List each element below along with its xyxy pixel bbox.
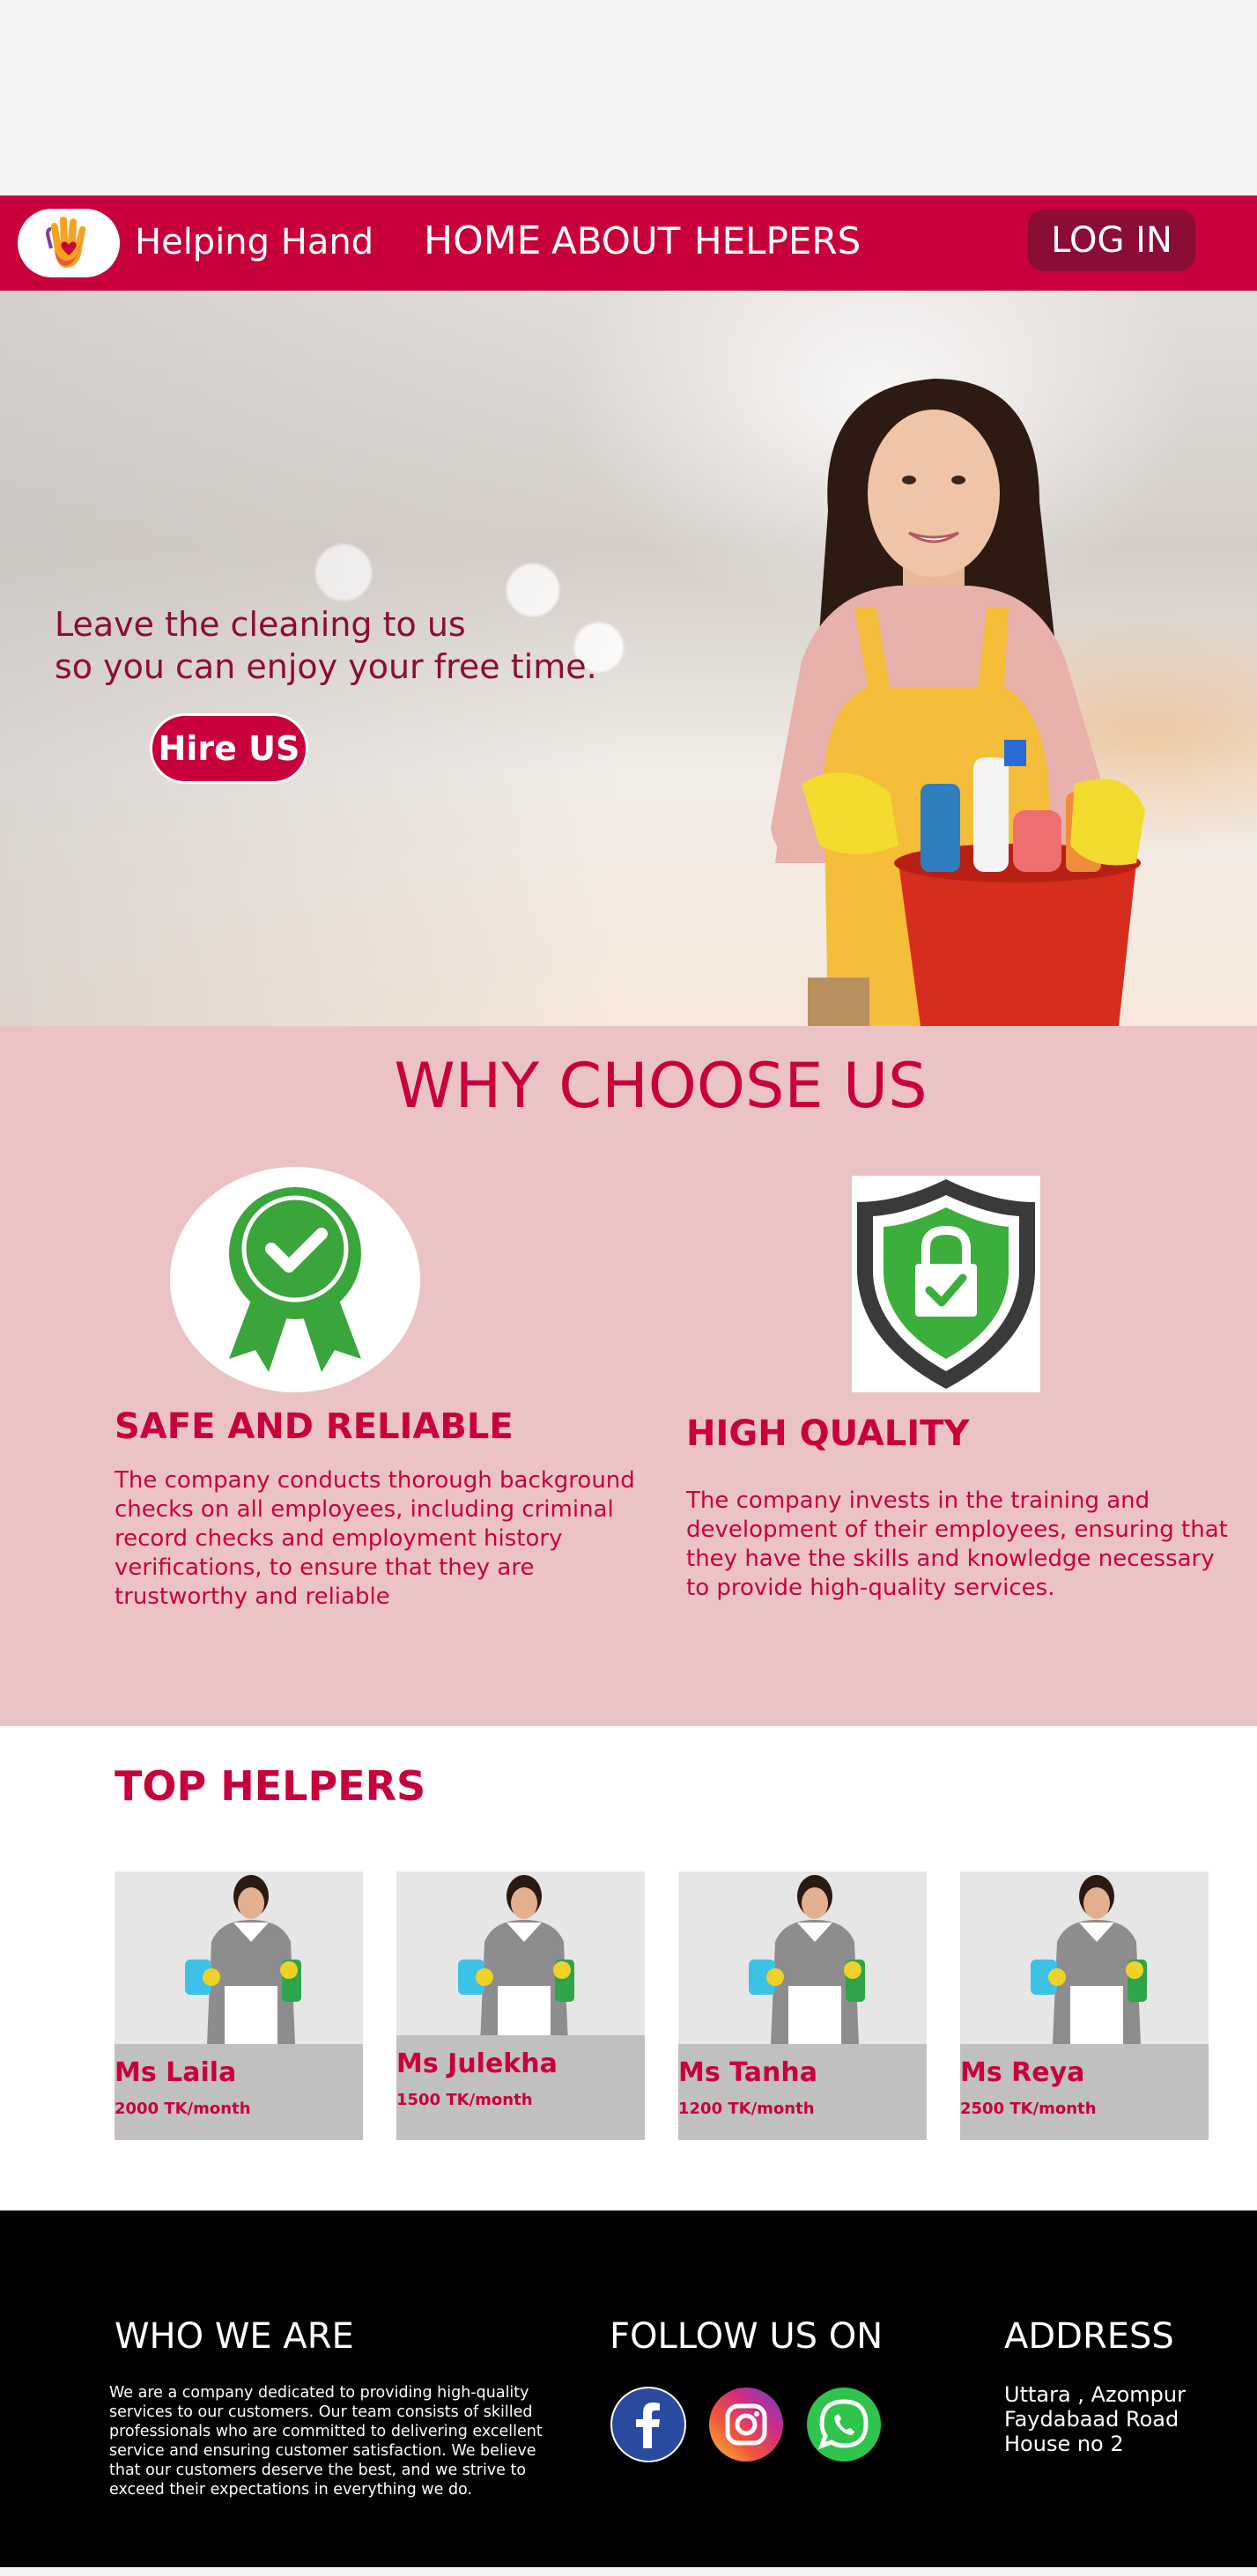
- description-line: checks on all employees, including crimi…: [115, 1496, 614, 1523]
- helper-card[interactable]: Ms Reya 2500 TK/month: [960, 1871, 1209, 2140]
- address-title: ADDRESS: [1004, 2316, 1174, 2357]
- address-line: Faydabaad Road: [1004, 2407, 1179, 2432]
- helper-photo: [396, 1871, 645, 2044]
- nav-about-link[interactable]: ABOUT: [551, 218, 680, 264]
- helper-price: 1200 TK/month: [678, 2100, 815, 2118]
- helper-name: Ms Reya: [960, 2057, 1085, 2088]
- helper-price: 2500 TK/month: [960, 2100, 1097, 2118]
- login-button[interactable]: LOG IN: [1028, 210, 1195, 271]
- facebook-icon[interactable]: [610, 2387, 686, 2462]
- nav-home-link[interactable]: HOME: [424, 218, 541, 264]
- description-line: trustworthy and reliable: [115, 1583, 390, 1610]
- address-line: House no 2: [1004, 2432, 1124, 2456]
- description-line: development of their employees, ensuring…: [686, 1517, 1228, 1543]
- footer-text-line: exceed their expectations in everything …: [109, 2481, 473, 2498]
- high-quality-description: The company invests in the training and …: [686, 1487, 1228, 1603]
- helper-photo: [115, 1871, 363, 2044]
- helper-info: Ms Reya 2500 TK/month: [960, 2044, 1209, 2140]
- who-we-are-text: We are a company dedicated to providing …: [109, 2383, 543, 2499]
- why-choose-us-section: WHY CHOOSE US SAFE AND RELIABLE The comp…: [0, 1026, 1257, 1726]
- helper-name: Ms Julekha: [396, 2048, 558, 2079]
- helper-card[interactable]: Ms Laila 2000 TK/month: [115, 1871, 363, 2140]
- shield-lock-icon: [857, 1179, 1035, 1389]
- maid-image: [458, 1875, 574, 2044]
- description-line: The company invests in the training and: [686, 1487, 1150, 1514]
- nav-helpers-link[interactable]: HELPERS: [694, 218, 861, 264]
- safe-reliable-title: SAFE AND RELIABLE: [115, 1406, 514, 1447]
- helper-info: Ms Laila 2000 TK/month: [115, 2044, 363, 2140]
- hero-banner: Leave the cleaning to us so you can enjo…: [0, 291, 1257, 1026]
- helper-card[interactable]: Ms Julekha 1500 TK/month: [396, 1871, 645, 2140]
- who-we-are-title: WHO WE ARE: [115, 2316, 354, 2357]
- description-line: verifications, to ensure that they are: [115, 1554, 535, 1581]
- description-line: record checks and employment history: [115, 1525, 563, 1552]
- top-helpers-section: TOP HELPERS Ms Laila 2000 TK/month Ms Ju…: [0, 1726, 1257, 2211]
- helper-info: Ms Julekha 1500 TK/month: [396, 2035, 645, 2140]
- hero-tagline-line2: so you can enjoy your free time.: [55, 647, 597, 686]
- address-line: Uttara , Azompur: [1004, 2382, 1186, 2407]
- shield-icon-container: [852, 1176, 1040, 1392]
- navbar: Helping Hand HOME ABOUT HELPERS LOG IN: [0, 196, 1257, 291]
- footer-text-line: service and ensuring customer satisfacti…: [109, 2442, 536, 2460]
- high-quality-title: HIGH QUALITY: [686, 1413, 970, 1454]
- description-line: The company conducts thorough background: [115, 1467, 635, 1494]
- follow-us-title: FOLLOW US ON: [610, 2316, 884, 2357]
- helper-card[interactable]: Ms Tanha 1200 TK/month: [678, 1871, 927, 2140]
- description-line: to provide high-quality services.: [686, 1575, 1055, 1601]
- why-choose-us-title: WHY CHOOSE US: [394, 1050, 928, 1122]
- description-line: they have the skills and knowledge neces…: [686, 1546, 1215, 1572]
- safe-reliable-description: The company conducts thorough background…: [115, 1466, 635, 1612]
- footer-text-line: professionals who are committed to deliv…: [109, 2423, 543, 2440]
- footer-text-line: services to our customers. Our team cons…: [109, 2403, 533, 2421]
- hero-tagline-line1: Leave the cleaning to us: [55, 605, 466, 644]
- brand-name[interactable]: Helping Hand: [135, 220, 373, 264]
- maid-image: [1031, 1875, 1147, 2044]
- badge-icon-container: [170, 1167, 420, 1392]
- helper-name: Ms Laila: [115, 2057, 237, 2088]
- helper-info: Ms Tanha 1200 TK/month: [678, 2044, 927, 2140]
- helper-name: Ms Tanha: [678, 2057, 817, 2088]
- cleaning-woman-image: [771, 379, 1145, 1026]
- helper-photo: [678, 1871, 927, 2044]
- whatsapp-icon[interactable]: [806, 2387, 882, 2462]
- hire-us-button[interactable]: Hire US: [150, 713, 308, 784]
- footer-text-line: that our customers deserve the best, and…: [109, 2462, 527, 2479]
- footer: WHO WE ARE We are a company dedicated to…: [0, 2211, 1257, 2567]
- helper-price: 2000 TK/month: [115, 2100, 251, 2118]
- maid-image: [185, 1875, 301, 2044]
- hand-heart-icon: [45, 217, 86, 268]
- award-badge-icon: [229, 1187, 361, 1372]
- instagram-icon[interactable]: [708, 2387, 784, 2462]
- helper-price: 1500 TK/month: [396, 2091, 533, 2109]
- logo[interactable]: [18, 209, 120, 277]
- maid-image: [749, 1875, 865, 2044]
- footer-text-line: We are a company dedicated to providing …: [109, 2384, 529, 2402]
- top-helpers-title: TOP HELPERS: [115, 1762, 426, 1810]
- helper-photo: [960, 1871, 1209, 2044]
